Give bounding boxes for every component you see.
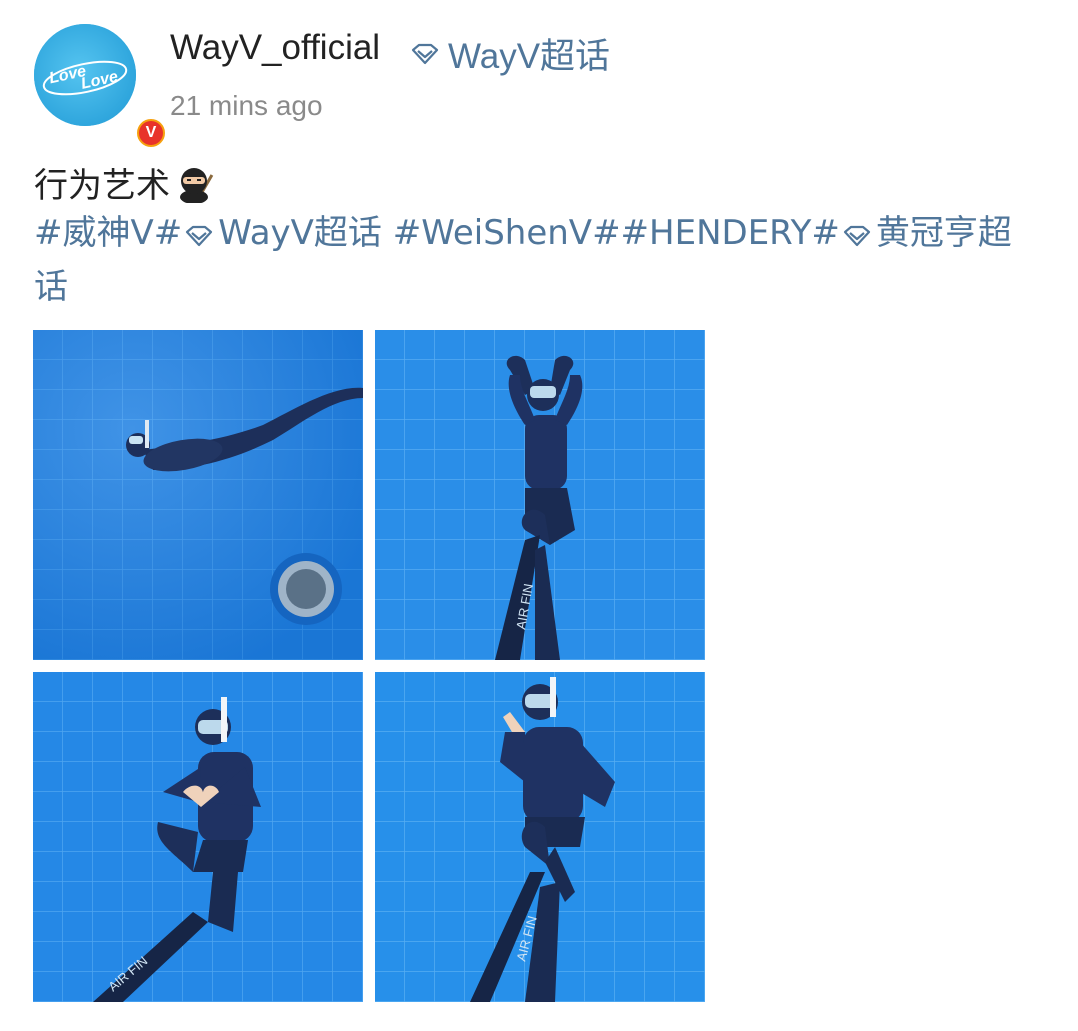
topic-link[interactable]: WayV超话: [410, 28, 610, 79]
lovelove-logo: Love Love: [42, 60, 128, 96]
author-name[interactable]: WayV_official: [170, 28, 380, 68]
diver-arms-up-photo[interactable]: AIR FIN: [375, 330, 705, 660]
hashtag-weishenv[interactable]: #威神V#: [34, 213, 182, 253]
verified-badge: V: [134, 116, 168, 150]
hashtag-weishenv-hendery[interactable]: #WeiShenV##HENDERY#: [382, 213, 840, 253]
ninja-emoji-icon: [180, 167, 214, 203]
diamond-icon: [411, 43, 439, 64]
topic-label: WayV超话: [448, 37, 611, 76]
diver-heart-hands-photo[interactable]: AIR FIN: [33, 672, 363, 1002]
diamond-icon: [186, 225, 213, 247]
diver-swimming-photo[interactable]: [33, 330, 363, 660]
post-timestamp: 21 mins ago: [170, 90, 323, 121]
diamond-icon: [843, 225, 871, 247]
post-text: 行为艺术: [34, 158, 216, 207]
hashtag-list: #威神V# WayV超话 #WeiShenV##HENDERY# 黄冠亨超话: [34, 206, 1044, 314]
post-body: 行为艺术: [34, 166, 170, 206]
diver-pose-photo[interactable]: AIR FIN: [375, 672, 705, 1002]
hashtag-label: WayV超话: [218, 213, 382, 253]
avatar[interactable]: Love Love V: [34, 24, 168, 150]
hashtag-wayv-supertopic[interactable]: WayV超话: [182, 213, 382, 253]
avatar-image: Love Love: [34, 24, 136, 126]
